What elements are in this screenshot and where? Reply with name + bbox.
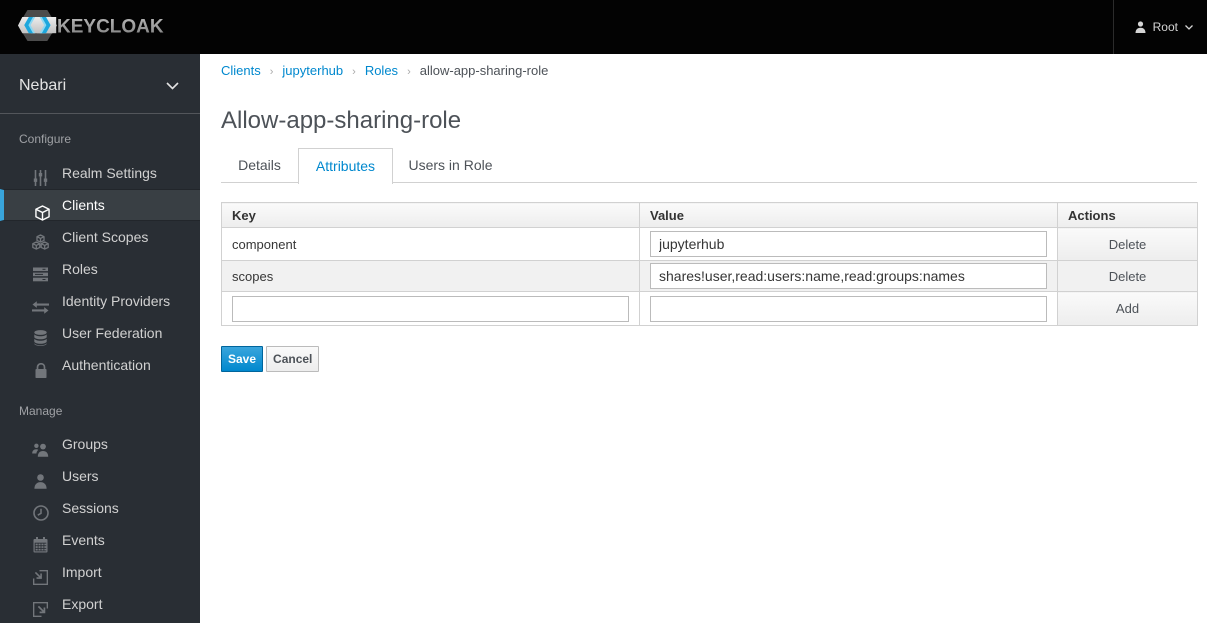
svg-text:KEYCLOAK: KEYCLOAK	[57, 16, 164, 37]
